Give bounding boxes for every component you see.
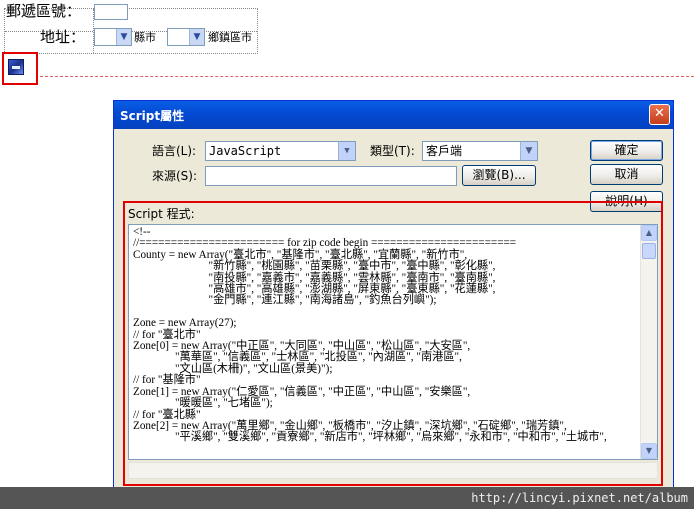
town-select[interactable]: ▼	[167, 28, 205, 46]
chevron-down-icon: ▼	[520, 142, 537, 160]
source-input[interactable]	[205, 166, 457, 186]
page-boundary-line	[40, 76, 694, 77]
chevron-down-icon: ▼	[338, 142, 355, 160]
town-label: 鄉鎮區市	[208, 31, 252, 44]
script-code-editor[interactable]: <!-- //======================= for zip c…	[128, 224, 658, 460]
browse-button[interactable]: 瀏覽(B)...	[462, 165, 536, 186]
city-select[interactable]: ▼	[94, 28, 132, 46]
zip-input[interactable]	[94, 4, 128, 20]
vertical-scrollbar[interactable]: ▲ ▼	[640, 225, 657, 459]
address-label: 地址：	[40, 28, 86, 46]
language-label: 語言(L):	[152, 144, 197, 158]
scroll-up-button[interactable]: ▲	[641, 225, 657, 241]
source-label: 來源(S):	[152, 169, 198, 183]
language-value: JavaScript	[209, 144, 282, 158]
scroll-thumb[interactable]	[642, 243, 656, 259]
ok-button[interactable]: 確定	[590, 140, 663, 161]
city-label: 縣市	[134, 31, 156, 44]
dialog-titlebar[interactable]: Script屬性 ✕	[114, 101, 673, 129]
scroll-down-button[interactable]: ▼	[641, 443, 657, 459]
script-marker[interactable]	[2, 52, 38, 85]
horizontal-scrollbar[interactable]	[128, 462, 658, 479]
script-code-label: Script 程式:	[128, 207, 195, 221]
script-code-group: Script 程式: <!-- //======================…	[123, 201, 663, 486]
close-button[interactable]: ✕	[649, 104, 670, 125]
type-select[interactable]: 客戶端 ▼	[422, 141, 538, 161]
chevron-down-icon: ▼	[116, 29, 131, 45]
zip-label: 郵遞區號：	[6, 2, 82, 20]
cancel-button[interactable]: 取消	[590, 164, 663, 185]
type-value: 客戶端	[426, 144, 463, 158]
language-select[interactable]: JavaScript ▼	[205, 141, 356, 161]
dialog-title: Script屬性	[120, 109, 185, 123]
script-properties-dialog: Script屬性 ✕ 語言(L): JavaScript ▼ 類型(T): 客戶…	[113, 100, 674, 492]
chevron-down-icon: ▼	[189, 29, 204, 45]
type-label: 類型(T):	[370, 144, 415, 158]
close-icon: ✕	[654, 106, 665, 121]
script-code-text: <!-- //======================= for zip c…	[133, 226, 607, 444]
watermark-url: http://lincyi.pixnet.net/album	[0, 487, 694, 509]
script-icon	[8, 59, 24, 75]
